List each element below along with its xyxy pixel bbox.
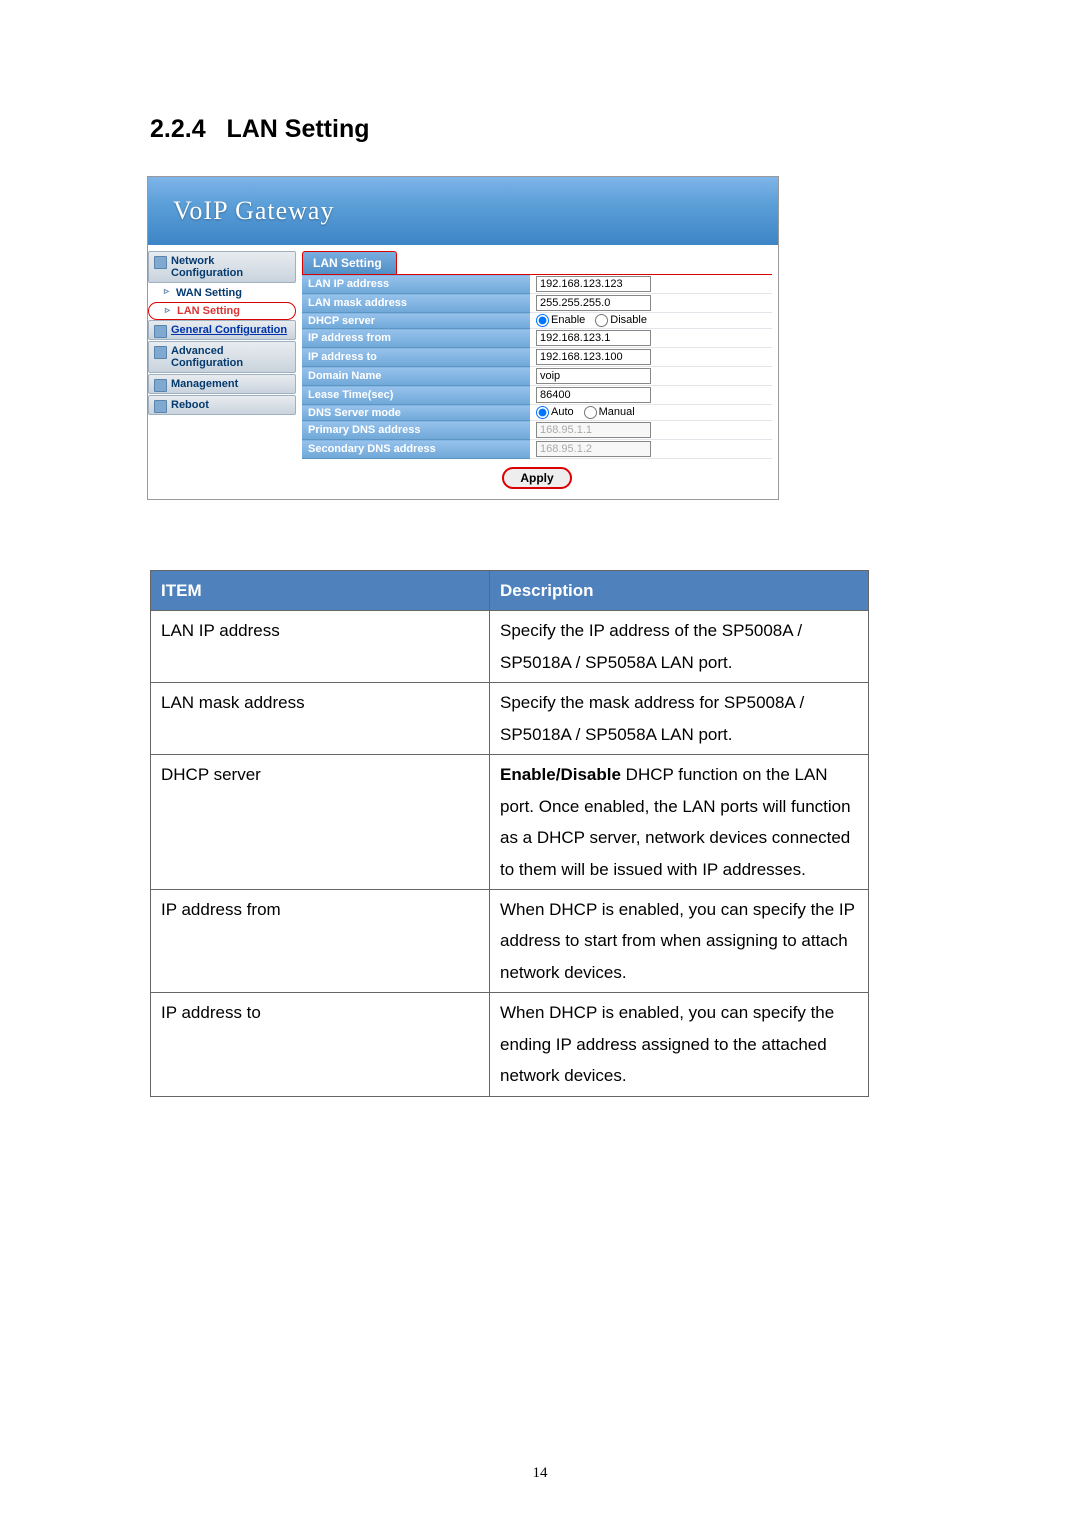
- radio-label: Disable: [610, 314, 647, 326]
- sidebar-item-wan-setting[interactable]: WAN Setting: [148, 284, 296, 302]
- text-input[interactable]: [536, 276, 651, 292]
- desc-text: Enable/Disable DHCP function on the LAN …: [490, 755, 869, 890]
- form-label: IP address from: [302, 329, 530, 348]
- desc-item: LAN IP address: [151, 611, 490, 683]
- desc-item: DHCP server: [151, 755, 490, 890]
- form-label: LAN mask address: [302, 294, 530, 313]
- form-value-cell: [530, 367, 772, 386]
- page-number: 14: [0, 1465, 1080, 1482]
- text-input: [536, 441, 651, 457]
- sidebar-item-management[interactable]: Management: [148, 374, 296, 394]
- desc-item: IP address to: [151, 993, 490, 1096]
- form-value-cell: Auto Manual: [530, 405, 772, 421]
- text-input[interactable]: [536, 387, 651, 403]
- ui-screenshot: VoIP Gateway Network Configuration WAN S…: [147, 176, 779, 500]
- text-input[interactable]: [536, 295, 651, 311]
- radio-label: Auto: [551, 406, 574, 418]
- form-value-cell: [530, 440, 772, 459]
- sidebar-item-lan-setting[interactable]: LAN Setting: [148, 302, 296, 320]
- main-panel: LAN Setting LAN IP addressLAN mask addre…: [296, 245, 778, 499]
- form-value-cell: [530, 421, 772, 440]
- desc-header-item: ITEM: [151, 571, 490, 611]
- form-label: Secondary DNS address: [302, 440, 530, 459]
- section-title-text: LAN Setting: [226, 115, 369, 143]
- panel-title: LAN Setting: [302, 251, 397, 274]
- section-heading: 2.2.4 LAN Setting: [150, 115, 930, 144]
- ui-header: VoIP Gateway: [148, 177, 778, 245]
- form-value-cell: [530, 294, 772, 313]
- desc-text: When DHCP is enabled, you can specify th…: [490, 993, 869, 1096]
- text-input: [536, 422, 651, 438]
- sidebar-item-reboot[interactable]: Reboot: [148, 395, 296, 415]
- form-label: Primary DNS address: [302, 421, 530, 440]
- form-value-cell: [530, 275, 772, 294]
- desc-item: LAN mask address: [151, 683, 490, 755]
- text-input[interactable]: [536, 349, 651, 365]
- desc-text: Specify the mask address for SP5008A / S…: [490, 683, 869, 755]
- sidebar-item-general-config[interactable]: General Configuration: [148, 320, 296, 340]
- sidebar-item-advanced-config[interactable]: Advanced Configuration: [148, 341, 296, 373]
- desc-item: IP address from: [151, 889, 490, 992]
- form-label: IP address to: [302, 348, 530, 367]
- form-value-cell: [530, 329, 772, 348]
- desc-header-description: Description: [490, 571, 869, 611]
- form-label: DNS Server mode: [302, 405, 530, 421]
- form-label: Lease Time(sec): [302, 386, 530, 405]
- radio-option[interactable]: [595, 314, 608, 327]
- form-value-cell: Enable Disable: [530, 313, 772, 329]
- desc-text: When DHCP is enabled, you can specify th…: [490, 889, 869, 992]
- description-table: ITEM Description LAN IP addressSpecify t…: [150, 570, 869, 1097]
- form-label: LAN IP address: [302, 275, 530, 294]
- section-number: 2.2.4: [150, 115, 206, 143]
- text-input[interactable]: [536, 368, 651, 384]
- apply-button[interactable]: Apply: [502, 467, 571, 489]
- lan-form-table: LAN IP addressLAN mask addressDHCP serve…: [302, 274, 772, 459]
- sidebar-item-network-config[interactable]: Network Configuration: [148, 251, 296, 283]
- form-value-cell: [530, 348, 772, 367]
- radio-option[interactable]: [536, 314, 549, 327]
- app-logo: VoIP Gateway: [173, 196, 334, 226]
- sidebar: Network Configuration WAN Setting LAN Se…: [148, 245, 296, 416]
- radio-label: Enable: [551, 314, 585, 326]
- form-value-cell: [530, 386, 772, 405]
- text-input[interactable]: [536, 330, 651, 346]
- form-label: Domain Name: [302, 367, 530, 386]
- radio-label: Manual: [599, 406, 635, 418]
- form-label: DHCP server: [302, 313, 530, 329]
- radio-option[interactable]: [584, 406, 597, 419]
- desc-text: Specify the IP address of the SP5008A / …: [490, 611, 869, 683]
- radio-option[interactable]: [536, 406, 549, 419]
